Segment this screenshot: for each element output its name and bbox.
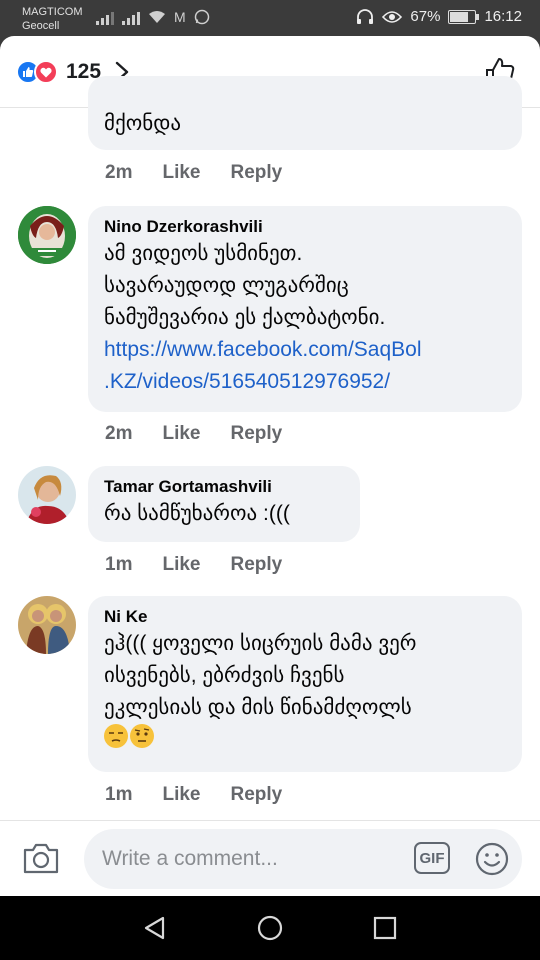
whatsapp-icon: [194, 9, 209, 25]
reply-button[interactable]: Reply: [231, 423, 283, 445]
recents-icon[interactable]: [372, 915, 398, 941]
comment-text: მქონდა: [104, 112, 182, 135]
comment-text: ეჰ((( ყოველი სიცრუის მამა ვერ ისვენებს, …: [104, 632, 417, 719]
status-right-icons: 67% 16:12: [356, 8, 522, 25]
comment-timestamp: 2m: [105, 423, 133, 444]
avatar[interactable]: [18, 596, 76, 654]
comment-timestamp: 1m: [105, 554, 133, 575]
comment-bubble: Nino Dzerkorashvili ამ ვიდეოს უსმინეთ. ს…: [88, 206, 522, 412]
carrier-primary: MAGTICOM: [22, 6, 83, 18]
comment-text: ამ ვიდეოს უსმინეთ. სავარაუდოდ ლუგარშიც ნ…: [104, 242, 386, 329]
comment-actions: 2m Like Reply: [105, 162, 312, 184]
carrier-secondary: Geocell: [22, 20, 60, 32]
camera-icon[interactable]: [22, 841, 60, 875]
status-bar: MAGTICOM Geocell M 67% 16:12: [0, 0, 540, 38]
android-nav-bar: [0, 896, 540, 960]
headphones-icon: [357, 8, 374, 24]
mail-icon: M: [174, 9, 186, 25]
home-icon[interactable]: [256, 914, 284, 942]
status-left-icons: M: [96, 9, 210, 25]
like-button[interactable]: Like: [162, 423, 200, 445]
battery-icon: [448, 9, 480, 24]
like-button[interactable]: Like: [162, 554, 200, 576]
avatar[interactable]: [18, 466, 76, 524]
avatar[interactable]: [18, 206, 76, 264]
comment-actions: 1m Like Reply: [105, 554, 312, 576]
clock: 16:12: [484, 8, 522, 25]
like-button[interactable]: Like: [162, 162, 200, 184]
love-reaction-icon: [34, 60, 58, 84]
comment-input[interactable]: Write a comment... GIF: [84, 829, 522, 889]
like-button[interactable]: Like: [162, 784, 200, 806]
emoji-picker-icon[interactable]: [474, 841, 510, 877]
comment-link[interactable]: https://www.facebook.com/SaqBol .KZ/vide…: [104, 334, 506, 398]
comments-sheet: 125 მქონდა 2m Like Reply Nino Dzerkorash…: [0, 36, 540, 896]
comment-author[interactable]: Tamar Gortamashvili: [104, 476, 344, 498]
comment-bubble: მქონდა: [88, 76, 522, 150]
reply-button[interactable]: Reply: [231, 554, 283, 576]
wifi-icon: [149, 11, 165, 23]
comment-actions: 2m Like Reply: [105, 423, 312, 445]
raised-eyebrow-emoji-icon: [130, 724, 154, 748]
gif-button[interactable]: GIF: [414, 842, 450, 874]
comment-timestamp: 1m: [105, 784, 133, 805]
comment-composer: Write a comment... GIF: [0, 820, 540, 896]
comment-author[interactable]: Ni Ke: [104, 606, 506, 628]
comment-timestamp: 2m: [105, 162, 133, 183]
comment-text: რა სამწუხაროა :(((: [104, 502, 290, 525]
reply-button[interactable]: Reply: [231, 784, 283, 806]
unamused-face-emoji-icon: [104, 724, 128, 748]
back-icon[interactable]: [142, 915, 168, 941]
emoji-row: [104, 724, 506, 755]
comment-author[interactable]: Nino Dzerkorashvili: [104, 216, 506, 238]
comment-bubble: Ni Ke ეჰ((( ყოველი სიცრუის მამა ვერ ისვე…: [88, 596, 522, 772]
comment-actions: 1m Like Reply: [105, 784, 312, 806]
comment-input-placeholder: Write a comment...: [102, 847, 278, 870]
comment-bubble: Tamar Gortamashvili რა სამწუხაროა :(((: [88, 466, 360, 542]
cell-signal-2-icon: [122, 9, 140, 25]
cell-signal-icon: [96, 9, 114, 25]
carrier-label: MAGTICOM Geocell: [22, 5, 83, 33]
battery-percent: 67%: [410, 8, 441, 25]
eye-comfort-icon: [382, 10, 403, 23]
reply-button[interactable]: Reply: [231, 162, 283, 184]
